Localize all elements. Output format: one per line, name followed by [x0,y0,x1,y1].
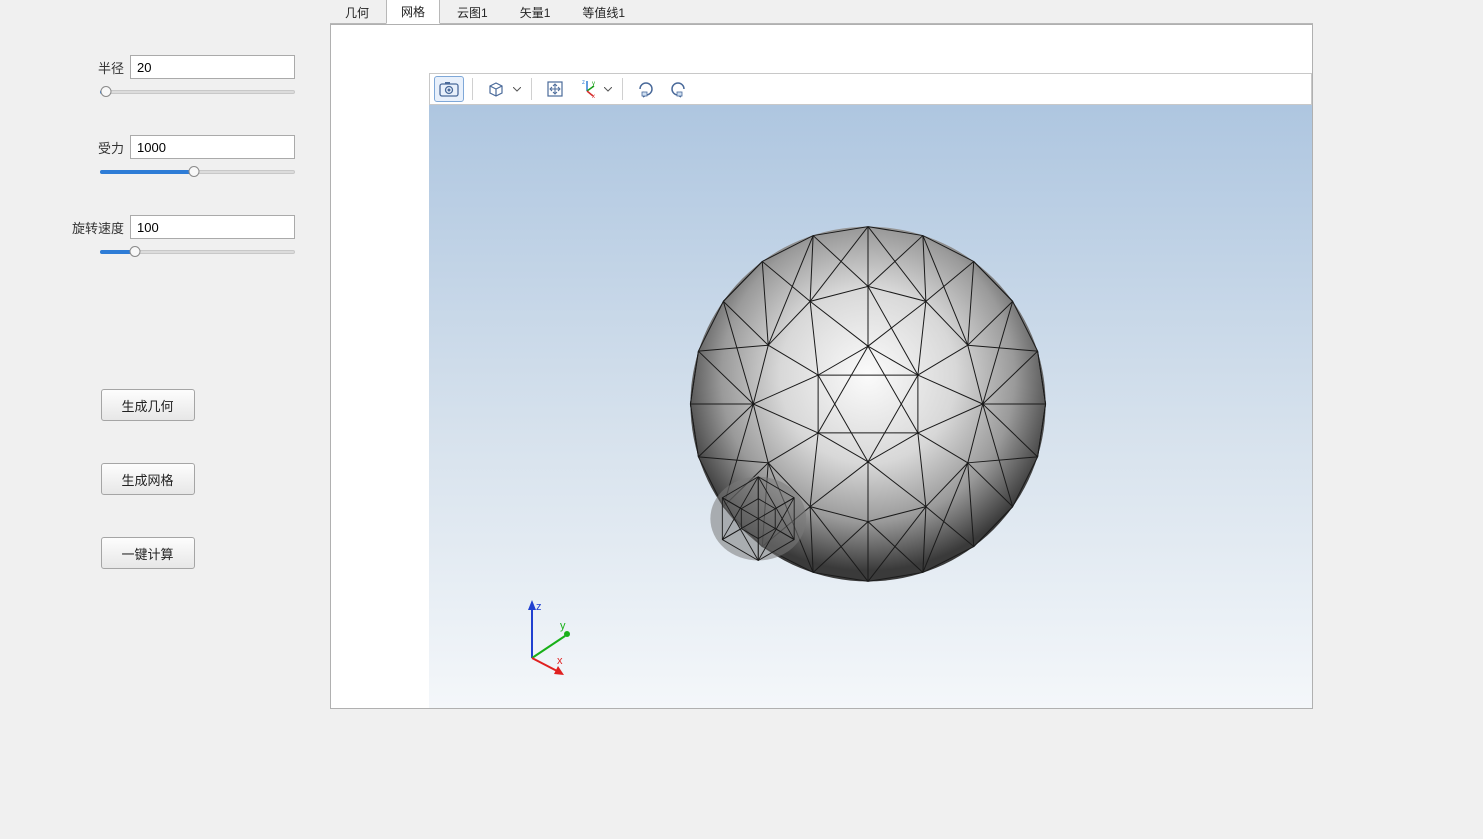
rotate-ccw-button[interactable] [663,76,693,102]
fit-icon [546,80,564,98]
chevron-down-icon [513,87,521,92]
toolbar-separator [472,78,473,100]
axis-triad: z y x [507,598,577,678]
camera-icon [439,81,459,97]
radius-slider[interactable] [100,85,295,99]
projection-dropdown[interactable] [511,76,523,102]
speed-slider[interactable] [100,245,295,259]
rotate-ccw-icon [668,79,688,99]
radius-input[interactable] [130,55,295,79]
rotate-cw-icon [636,79,656,99]
snapshot-button[interactable] [434,76,464,102]
generate-mesh-button[interactable]: 生成网格 [101,463,195,495]
fit-view-button[interactable] [540,76,570,102]
tab-geometry[interactable]: 几何 [330,0,384,24]
generate-geometry-button[interactable]: 生成几何 [101,389,195,421]
force-slider-wrap [0,165,295,179]
axis-orientation-dropdown[interactable] [602,76,614,102]
axes-icon: z y x [577,79,597,99]
radius-label: 半径 [98,58,130,77]
force-slider[interactable] [100,165,295,179]
toolbar-separator [531,78,532,100]
chevron-down-icon [604,87,612,92]
viewport-toolbar: z y x [429,73,1312,105]
force-label: 受力 [98,138,130,157]
svg-text:z: z [582,80,585,86]
force-input[interactable] [130,135,295,159]
button-group: 生成几何 生成网格 一键计算 [0,389,295,569]
viewport: z y x [330,24,1313,709]
tab-isoline1[interactable]: 等值线1 [567,0,640,24]
axis-x-label: x [557,655,563,667]
axis-y-label: y [560,620,566,632]
axis-orientation-button[interactable]: z y x [572,76,602,102]
force-row: 受力 [0,135,295,159]
left-panel: 半径 受力 旋转速度 [0,0,330,839]
compute-button[interactable]: 一键计算 [101,537,195,569]
speed-label: 旋转速度 [72,218,130,237]
projection-button[interactable] [481,76,511,102]
speed-input[interactable] [130,215,295,239]
tab-mesh[interactable]: 网格 [386,0,440,24]
radius-row: 半径 [0,55,295,79]
main-panel: 几何 网格 云图1 矢量1 等值线1 [330,0,1483,839]
tab-vector1[interactable]: 矢量1 [505,0,566,24]
cube-icon [486,79,506,99]
axis-z-label: z [536,601,542,613]
svg-text:x: x [592,94,595,99]
render-area[interactable]: z y x [429,105,1312,708]
svg-text:y: y [592,81,595,87]
radius-slider-wrap [0,85,295,99]
tab-bar: 几何 网格 云图1 矢量1 等值线1 [330,0,1313,24]
rotate-cw-button[interactable] [631,76,661,102]
tab-contour1[interactable]: 云图1 [442,0,503,24]
speed-row: 旋转速度 [0,215,295,239]
speed-slider-wrap [0,245,295,259]
toolbar-separator [622,78,623,100]
